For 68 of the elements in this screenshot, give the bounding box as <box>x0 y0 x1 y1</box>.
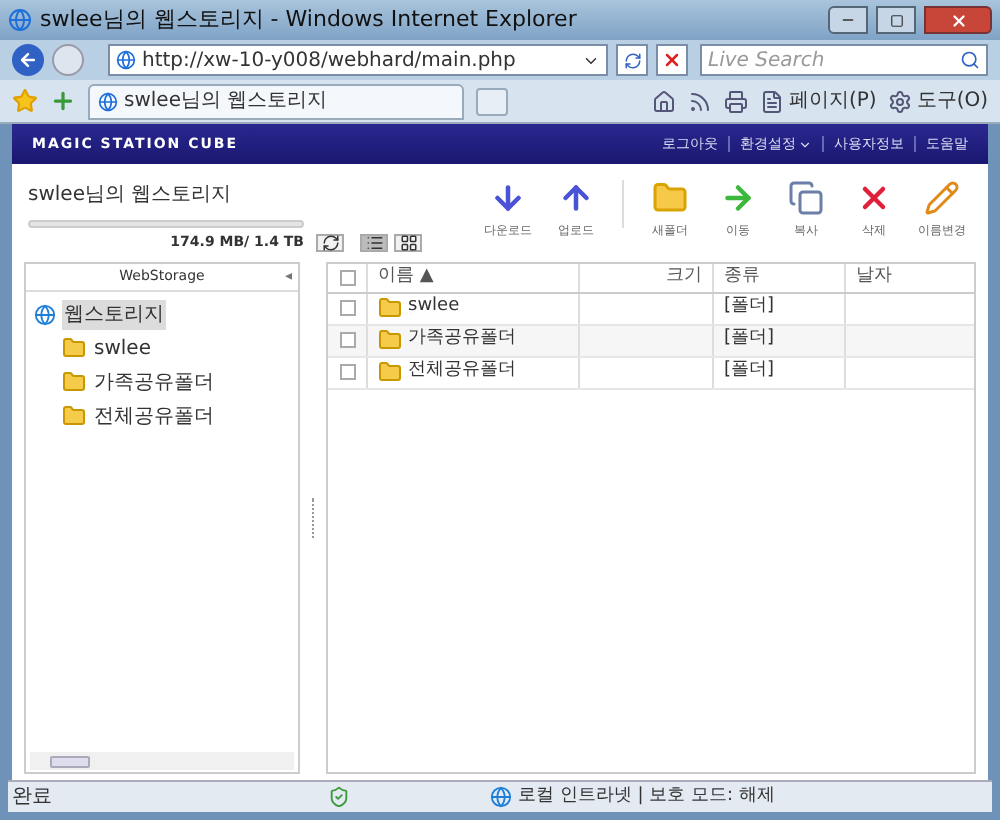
back-button[interactable] <box>12 44 44 76</box>
folder-icon <box>378 360 402 384</box>
right-arrow-icon <box>720 180 756 216</box>
checkbox[interactable] <box>339 332 355 348</box>
refresh-icon <box>321 233 339 251</box>
status-text: 완료 <box>10 784 54 812</box>
dropdown-icon[interactable] <box>798 137 812 151</box>
refresh-button[interactable] <box>616 44 648 76</box>
plus-icon[interactable] <box>50 88 76 114</box>
file-name[interactable]: 가족공유폴더 <box>408 326 516 354</box>
down-arrow-icon <box>490 180 526 216</box>
zone-text: 로컬 인트라넷 | 보호 모드: 해제 <box>518 783 775 810</box>
tree-item[interactable]: 웹스토리지 <box>62 299 166 329</box>
back-arrow-icon <box>18 50 38 70</box>
command-menu[interactable]: 도구(O) <box>888 86 988 116</box>
search-field[interactable]: Live Search <box>708 45 960 75</box>
address-field[interactable]: http://xw-10-y008/webhard/main.php <box>108 44 608 76</box>
view-toggle[interactable] <box>394 233 422 251</box>
list-icon <box>365 233 383 251</box>
storage-title: swlee님의 웹스토리지 <box>28 182 234 210</box>
file-name[interactable]: swlee <box>408 294 460 322</box>
folder-icon <box>62 404 86 428</box>
tree-item[interactable]: 가족공유폴더 <box>92 367 216 397</box>
close-icon <box>949 11 967 29</box>
horizontal-scrollbar[interactable] <box>30 752 294 770</box>
window-title: swlee님의 웹스토리지 - Windows Internet Explorer <box>40 3 577 36</box>
pencil-icon <box>924 180 960 216</box>
close-button[interactable] <box>924 6 992 34</box>
stop-icon <box>662 50 682 70</box>
globe-icon <box>34 303 56 325</box>
tree-item[interactable]: 전체공유폴더 <box>92 401 216 431</box>
maximize-icon <box>889 13 903 27</box>
folder-icon <box>62 336 86 360</box>
view-toggle[interactable] <box>316 233 344 251</box>
column-header[interactable]: 이름 ▲ <box>368 263 580 291</box>
search-box[interactable]: Live Search <box>700 44 988 76</box>
checkbox[interactable] <box>339 364 355 380</box>
view-toggle[interactable] <box>360 233 388 251</box>
refresh-icon <box>623 51 641 69</box>
star-icon[interactable] <box>12 88 38 114</box>
file-name[interactable]: 전체공유폴더 <box>408 358 516 386</box>
gear-icon <box>888 89 913 113</box>
folder-icon <box>378 328 402 352</box>
command-menu[interactable]: 페이지(P) <box>760 86 877 116</box>
browser-tab[interactable]: swlee님의 웹스토리지 <box>88 83 464 119</box>
feed-icon[interactable] <box>688 89 713 113</box>
checkbox[interactable] <box>339 269 355 285</box>
search-icon[interactable] <box>960 50 980 70</box>
home-icon[interactable] <box>652 89 677 113</box>
tree-item[interactable]: swlee <box>92 333 153 363</box>
column-header[interactable]: 종류 <box>714 263 846 291</box>
minimize-button[interactable] <box>828 6 868 34</box>
copy-icon <box>788 180 824 216</box>
browser-logo-icon <box>8 8 32 32</box>
stop-button[interactable] <box>656 44 688 76</box>
globe-icon <box>490 786 512 808</box>
column-header[interactable]: 크기 <box>580 263 714 291</box>
table-cell-text: [폴더] <box>724 294 775 321</box>
folder-icon <box>62 370 86 394</box>
folder-icon <box>652 180 688 216</box>
table-cell-text: [폴더] <box>724 358 775 385</box>
table-cell-text: [폴더] <box>724 326 775 353</box>
checkbox[interactable] <box>339 300 355 316</box>
printer-icon[interactable] <box>724 89 749 113</box>
grid-icon <box>399 233 417 251</box>
column-header[interactable]: 날자 <box>846 263 974 291</box>
folder-icon <box>378 296 402 320</box>
maximize-button[interactable] <box>876 6 916 34</box>
